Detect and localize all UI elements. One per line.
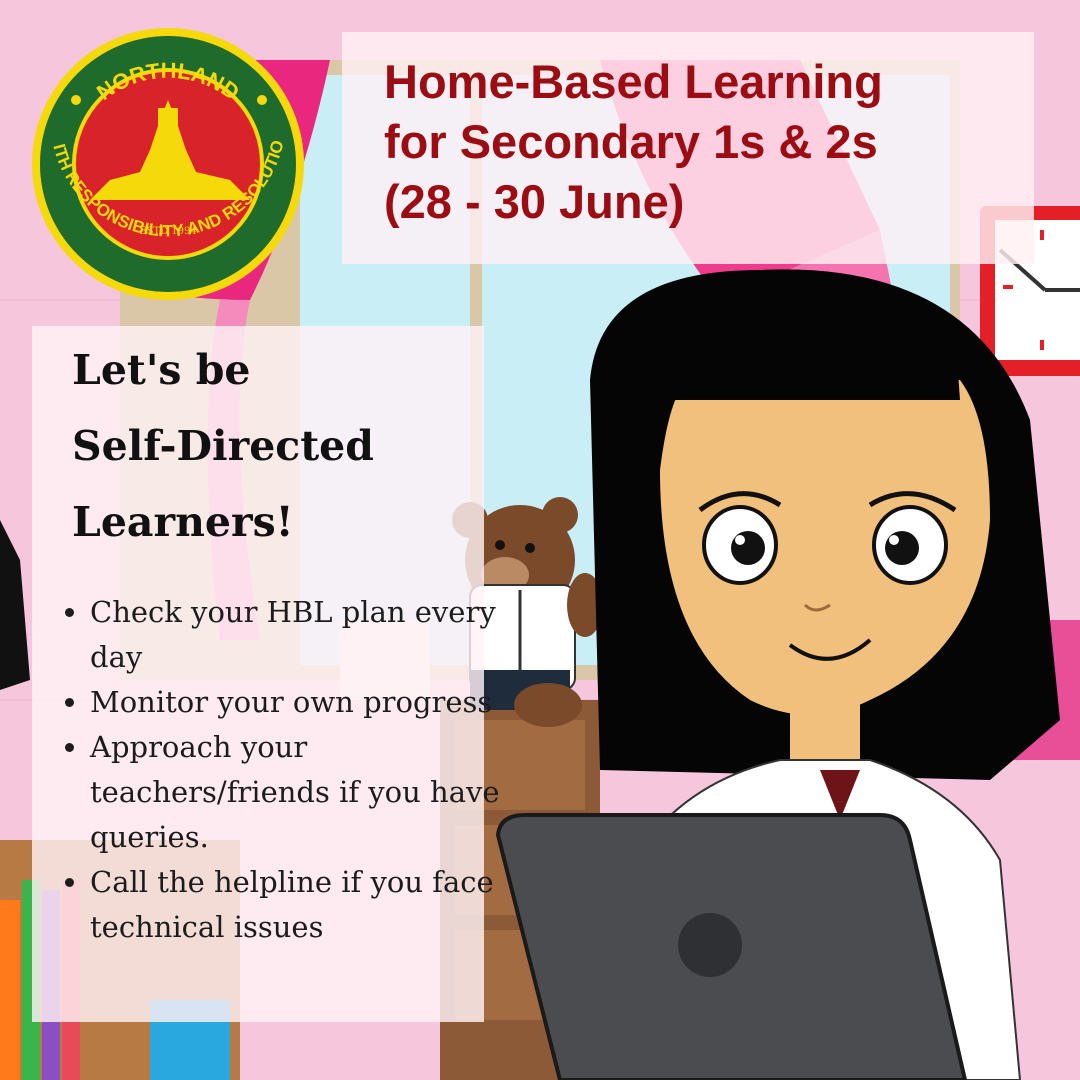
tip-item: Monitor your own progress (65, 680, 500, 725)
title-line-1: Home-Based Learning (384, 55, 883, 108)
tip-item: Check your HBL plan every day (65, 590, 500, 680)
heading-line-2: Self-Directed (72, 422, 374, 470)
section-heading: Let's be Self-Directed Learners! (72, 332, 472, 560)
title-line-2: for Secondary 1s & 2s (384, 115, 878, 168)
heading-line-3: Learners! (72, 498, 294, 546)
page-title: Home-Based Learning for Secondary 1s & 2… (384, 52, 1024, 232)
heading-line-1: Let's be (72, 346, 251, 394)
title-line-3: (28 - 30 June) (384, 175, 685, 228)
tip-item: Approach your teachers/friends if you ha… (65, 725, 500, 860)
laptop (495, 813, 968, 1080)
tip-item: Call the helpline if you face technical … (65, 860, 500, 950)
tips-list: Check your HBL plan every day Monitor yo… (60, 590, 500, 950)
